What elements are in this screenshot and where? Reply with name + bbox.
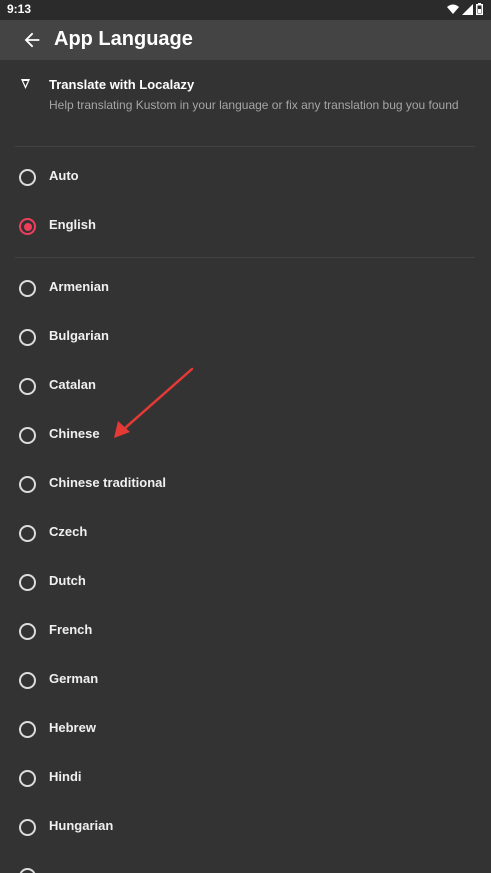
radio-button[interactable]: [19, 476, 36, 493]
language-option-dutch[interactable]: Dutch: [0, 558, 491, 607]
back-arrow-icon[interactable]: [21, 29, 43, 51]
language-label: Armenian: [49, 279, 109, 294]
language-label: Chinese traditional: [49, 475, 167, 490]
radio-button[interactable]: [19, 427, 36, 444]
localazy-item[interactable]: Translate with Localazy Help translating…: [0, 70, 491, 140]
radio-button[interactable]: [19, 280, 36, 297]
language-label: Auto: [49, 168, 79, 183]
language-label: Catalan: [49, 377, 96, 392]
radio-button[interactable]: [19, 169, 36, 186]
divider: [15, 257, 475, 258]
language-option-hindi[interactable]: Hindi: [0, 754, 491, 803]
status-time: 9:13: [7, 2, 32, 16]
language-option-hungarian[interactable]: Hungarian: [0, 803, 491, 852]
signal-icon: [462, 3, 473, 15]
language-option-german[interactable]: German: [0, 656, 491, 705]
battery-icon: [476, 3, 483, 15]
language-option-partial[interactable]: [0, 852, 491, 873]
status-icons: [447, 3, 483, 15]
wifi-icon: [447, 4, 459, 14]
language-label: English: [49, 217, 96, 232]
radio-button[interactable]: [19, 770, 36, 787]
language-option-catalan[interactable]: Catalan: [0, 362, 491, 411]
language-label: French: [49, 622, 93, 637]
language-label: Dutch: [49, 573, 86, 588]
language-option-armenian[interactable]: Armenian: [0, 264, 491, 313]
page-title: App Language: [54, 28, 193, 50]
language-label: Chinese: [49, 426, 100, 441]
language-label: Hungarian: [49, 818, 114, 833]
language-label: Bulgarian: [49, 328, 109, 343]
status-bar: 9:13: [0, 0, 491, 20]
radio-button[interactable]: [19, 672, 36, 689]
language-label: German: [49, 671, 99, 686]
language-option-chinese-traditional[interactable]: Chinese traditional: [0, 460, 491, 509]
radio-button[interactable]: [19, 623, 36, 640]
radio-button-selected[interactable]: [19, 218, 36, 235]
language-option-czech[interactable]: Czech: [0, 509, 491, 558]
radio-button[interactable]: [19, 329, 36, 346]
localazy-subtitle: Help translating Kustom in your language…: [49, 98, 459, 112]
language-option-chinese[interactable]: Chinese: [0, 411, 491, 460]
divider: [15, 146, 475, 147]
language-option-auto[interactable]: Auto: [0, 153, 491, 202]
radio-button[interactable]: [19, 721, 36, 738]
localazy-title: Translate with Localazy: [49, 77, 195, 92]
radio-button[interactable]: [19, 868, 36, 873]
app-bar: App Language: [0, 20, 491, 60]
language-label: Hindi: [49, 769, 82, 784]
radio-button[interactable]: [19, 525, 36, 542]
language-label: Hebrew: [49, 720, 96, 735]
radio-button[interactable]: [19, 574, 36, 591]
language-option-hebrew[interactable]: Hebrew: [0, 705, 491, 754]
language-label: Czech: [49, 524, 88, 539]
language-option-french[interactable]: French: [0, 607, 491, 656]
language-option-bulgarian[interactable]: Bulgarian: [0, 313, 491, 362]
localazy-icon: [21, 79, 30, 89]
radio-button[interactable]: [19, 378, 36, 395]
language-option-english[interactable]: English: [0, 202, 491, 251]
radio-button[interactable]: [19, 819, 36, 836]
